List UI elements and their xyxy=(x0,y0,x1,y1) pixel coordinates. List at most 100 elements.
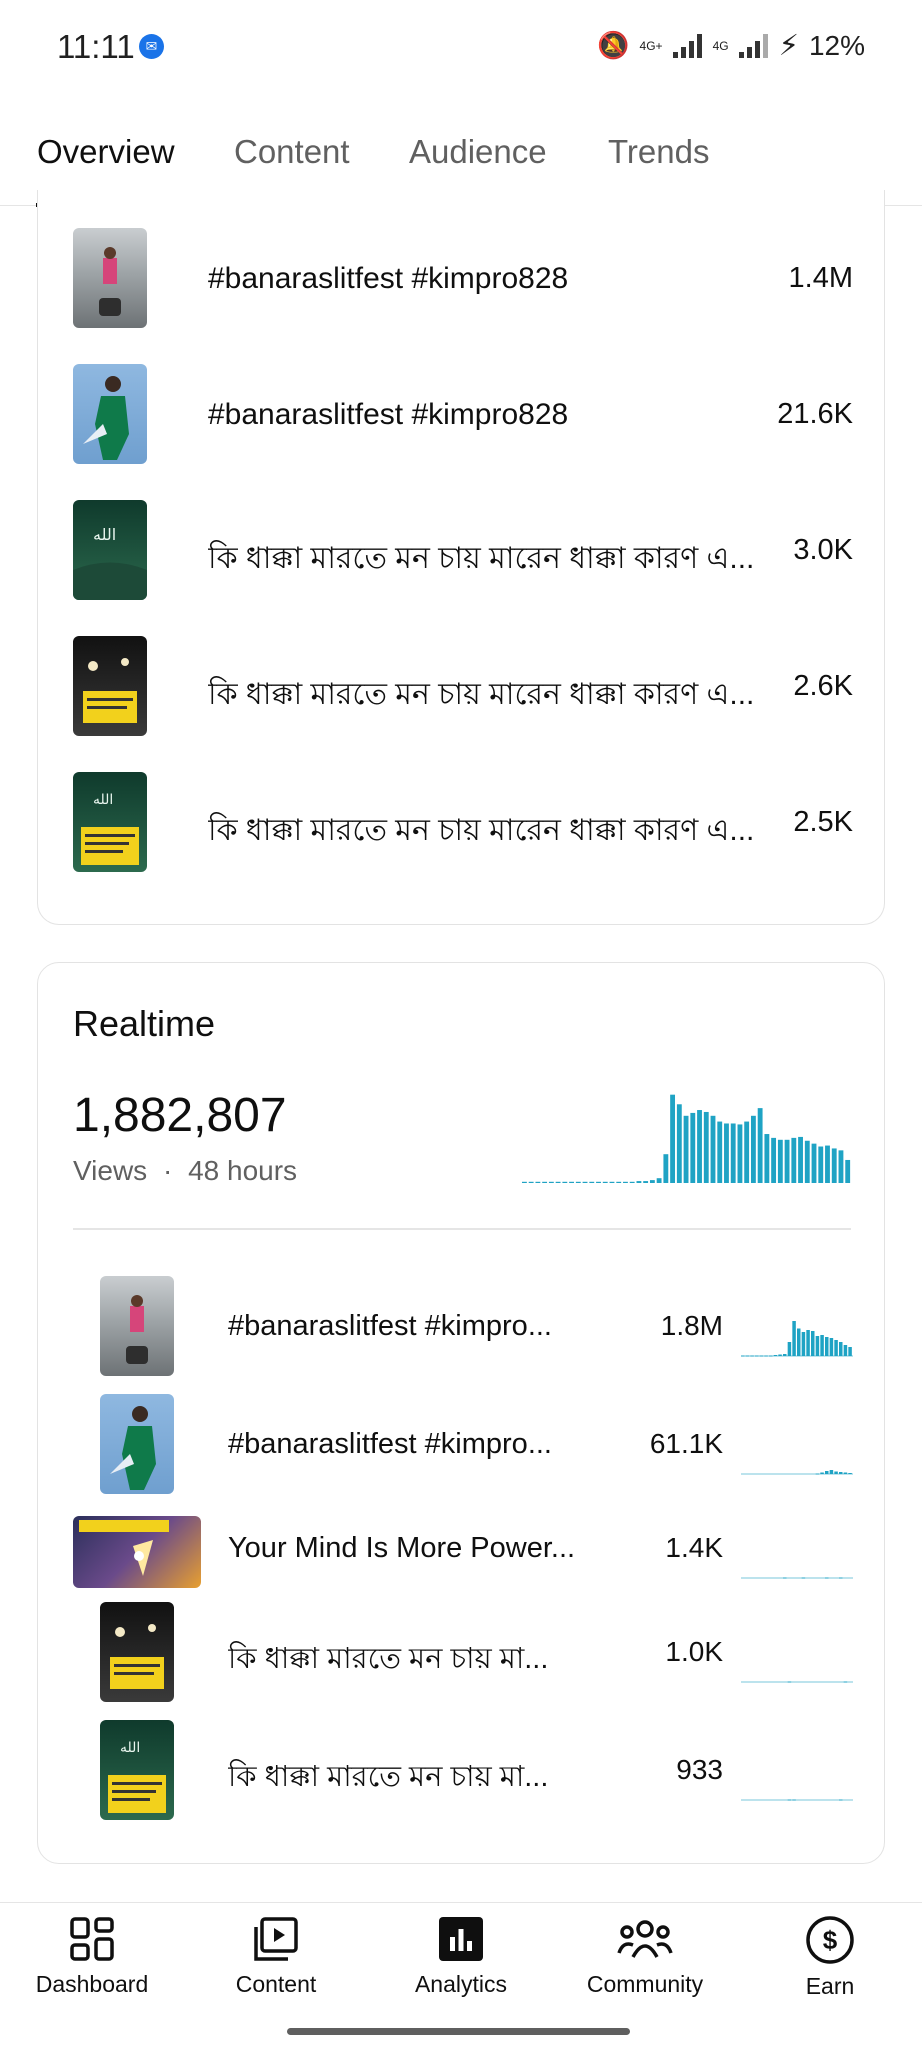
chart-bar xyxy=(703,1111,709,1183)
realtime-row[interactable]: الله কি ধাক্কা মারতে মন চায় মা... 933 xyxy=(73,1720,853,1820)
tab-overview[interactable]: Overview xyxy=(37,133,175,171)
chart-bar xyxy=(784,1139,790,1183)
video-views: 3.0K xyxy=(793,534,853,566)
sparkline-bar xyxy=(843,1681,848,1683)
content-row[interactable]: #banaraslitfest #kimpro828 21.6K xyxy=(73,364,853,464)
nav-label: Content xyxy=(235,1971,317,1997)
chart-bar xyxy=(845,1159,851,1183)
chart-bar xyxy=(777,1139,783,1183)
network-label-2: 4G xyxy=(712,38,729,53)
chart-bar xyxy=(683,1115,689,1183)
realtime-row[interactable]: #banaraslitfest #kimpro... 61.1K xyxy=(73,1394,853,1494)
video-thumbnail xyxy=(100,1394,174,1494)
sparkline-bar xyxy=(792,1799,796,1801)
sparkline-bar xyxy=(801,1332,806,1356)
sparkline-bar xyxy=(801,1577,806,1579)
chart-bar xyxy=(676,1104,682,1183)
svg-text:الله: الله xyxy=(120,1740,140,1756)
svg-text:الله: الله xyxy=(93,525,116,544)
chart-bar xyxy=(589,1181,595,1183)
tab-trends[interactable]: Trends xyxy=(608,133,709,171)
nav-community[interactable]: Community xyxy=(575,1915,715,2025)
status-bar: 11:11 ✉ 🔕 4G+ 4G ⚡ 12% xyxy=(0,0,922,95)
nav-analytics[interactable]: Analytics xyxy=(391,1915,531,2025)
chart-bar xyxy=(825,1145,830,1183)
sparkline-bar xyxy=(787,1342,792,1356)
clock: 11:11 xyxy=(57,28,135,65)
sparkline-bar xyxy=(848,1347,852,1356)
video-views: 1.8M xyxy=(660,1310,723,1341)
realtime-card[interactable]: Realtime 1,882,807 Views · 48 hours #ban… xyxy=(37,962,885,1864)
sparkline-bar xyxy=(778,1354,782,1356)
video-thumbnail xyxy=(100,1602,174,1702)
sparkline-bar xyxy=(839,1342,843,1356)
chart-bar xyxy=(555,1181,561,1183)
chart-bar xyxy=(629,1181,635,1183)
sparkline xyxy=(741,1470,853,1475)
tab-audience[interactable]: Audience xyxy=(409,133,547,171)
video-title: #banaraslitfest #kimpro828 xyxy=(208,262,569,295)
dashboard-icon xyxy=(70,1917,114,1961)
mute-icon: 🔕 xyxy=(597,30,630,60)
chart-bar xyxy=(798,1136,803,1183)
chart-bar xyxy=(818,1146,824,1183)
chart-bar xyxy=(764,1134,770,1183)
svg-text:الله: الله xyxy=(93,792,113,808)
chart-bar xyxy=(730,1123,736,1183)
sparkline-bar xyxy=(815,1336,820,1356)
nav-label: Community xyxy=(586,1971,704,1997)
video-title: #banaraslitfest #kimpro... xyxy=(228,1428,552,1460)
chart-bar xyxy=(717,1121,723,1183)
chart-bar xyxy=(811,1143,817,1183)
video-thumbnail: الله xyxy=(73,772,147,872)
network-label-1: 4G+ xyxy=(639,38,663,53)
chart-bar xyxy=(750,1115,756,1183)
content-row[interactable]: الله কি ধাক্কা মারতে মন চায় মারেন ধাক্ক… xyxy=(73,500,853,600)
chart-bar xyxy=(562,1181,568,1183)
video-thumbnail xyxy=(73,1516,201,1588)
content-row[interactable]: #banaraslitfest #kimpro828 1.4M xyxy=(73,228,853,328)
chart-bar xyxy=(771,1137,777,1183)
divider xyxy=(73,1228,851,1230)
sparkline-bar xyxy=(797,1328,801,1356)
content-row[interactable]: الله কি ধাক্কা মারতে মন চায় মারেন ধাক্ক… xyxy=(73,772,853,872)
chart-bar xyxy=(569,1181,574,1183)
nav-content[interactable]: Content xyxy=(206,1915,346,2025)
nav-dashboard[interactable]: Dashboard xyxy=(22,1915,162,2025)
realtime-row[interactable]: #banaraslitfest #kimpro... 1.8M xyxy=(73,1276,853,1376)
video-views: 21.6K xyxy=(777,398,853,430)
chart-bar xyxy=(791,1137,797,1183)
community-icon xyxy=(617,1920,673,1958)
views-label: Views xyxy=(73,1155,148,1186)
content-row[interactable]: কি ধাক্কা মারতে মন চায় মারেন ধাক্কা কার… xyxy=(73,636,853,736)
sparkline-bar xyxy=(815,1473,820,1475)
chart-bar xyxy=(528,1181,534,1183)
nav-earn[interactable]: $ Earn xyxy=(760,1915,900,2025)
separator-dot: · xyxy=(162,1155,173,1186)
video-thumbnail xyxy=(73,636,147,736)
chart-bar xyxy=(596,1181,601,1183)
video-thumbnail: الله xyxy=(100,1720,174,1820)
chart-bar xyxy=(602,1181,608,1183)
signal-icon xyxy=(672,33,703,58)
realtime-views-count: 1,882,807 xyxy=(73,1089,287,1142)
video-views: 61.1K xyxy=(649,1428,723,1459)
chart-bar xyxy=(670,1094,676,1183)
sparkline-bar xyxy=(834,1340,838,1356)
realtime-row[interactable]: কি ধাক্কা মারতে মন চায় মা... 1.0K xyxy=(73,1602,853,1702)
sparkline-bar xyxy=(825,1577,829,1579)
video-views: 2.5K xyxy=(793,806,853,838)
home-indicator[interactable] xyxy=(287,2028,630,2035)
tab-content[interactable]: Content xyxy=(234,133,350,171)
sparkline xyxy=(741,1321,853,1357)
realtime-row[interactable]: Your Mind Is More Power... 1.4K xyxy=(73,1498,853,1598)
chart-bar xyxy=(616,1181,622,1183)
sparkline-bar xyxy=(792,1321,796,1356)
sparkline-bar xyxy=(843,1472,848,1474)
video-thumbnail: الله xyxy=(73,500,147,600)
chart-bar xyxy=(710,1115,716,1183)
realtime-subtitle: Views · 48 hours xyxy=(73,1155,297,1187)
video-thumbnail xyxy=(73,228,147,328)
chart-bar xyxy=(575,1181,581,1183)
chart-bar xyxy=(744,1121,750,1183)
